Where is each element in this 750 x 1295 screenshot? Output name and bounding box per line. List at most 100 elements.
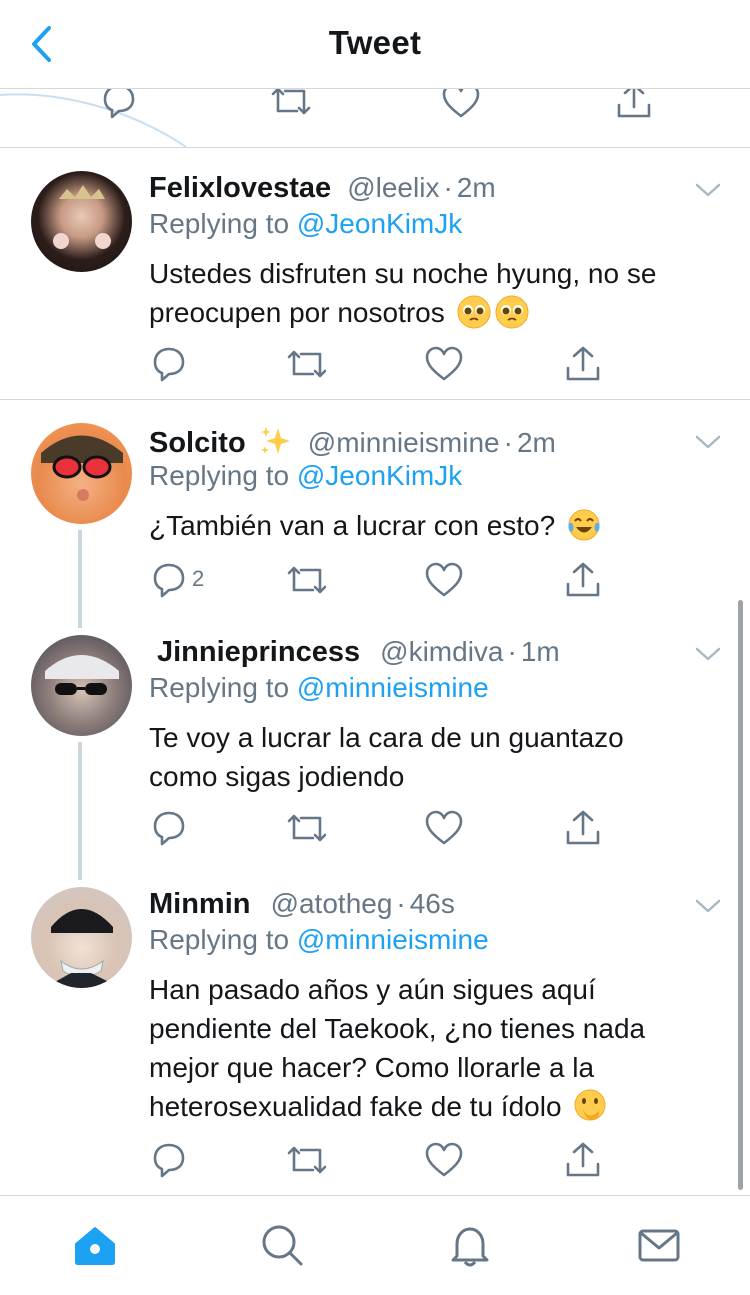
retweet-icon — [287, 814, 327, 842]
pleading-face-emoji — [495, 295, 529, 329]
avatar-image — [41, 435, 123, 501]
reply-button[interactable] — [149, 808, 189, 848]
retweet-icon — [287, 350, 327, 378]
tweet-actions: 2 — [0, 560, 750, 600]
reply-button[interactable] — [149, 1140, 189, 1180]
avatar-image — [51, 909, 113, 988]
tab-search[interactable] — [259, 1222, 305, 1268]
chevron-down-icon — [695, 183, 721, 197]
timestamp: 2m — [456, 172, 496, 203]
tab-home[interactable] — [72, 1222, 118, 1268]
scrollbar[interactable] — [738, 600, 743, 1190]
chevron-down-icon — [695, 647, 721, 661]
share-icon — [617, 89, 651, 118]
like-button[interactable] — [441, 89, 481, 121]
bottom-tab-bar — [0, 1195, 750, 1295]
tweet-text: ¿También van a lucrar con esto? — [149, 506, 719, 545]
user-handle: @leelix — [347, 172, 440, 203]
reply-icon — [103, 89, 135, 119]
display-name: Minmin — [149, 888, 251, 920]
reply-count: 2 — [192, 566, 205, 591]
sparkles-emoji — [260, 427, 290, 454]
retweet-icon — [287, 566, 327, 594]
messages-icon — [638, 1229, 680, 1262]
share-button[interactable] — [614, 89, 654, 121]
share-icon — [566, 562, 600, 597]
home-icon — [75, 1227, 115, 1265]
share-button[interactable] — [563, 808, 603, 848]
heart-icon — [425, 346, 463, 381]
previous-tweet-actions — [0, 89, 750, 148]
retweet-button[interactable] — [285, 1140, 327, 1180]
tab-messages[interactable] — [636, 1222, 682, 1268]
retweet-icon — [271, 89, 311, 115]
pleading-face-emoji — [457, 295, 491, 329]
like-button[interactable] — [424, 808, 464, 848]
avatar[interactable] — [31, 171, 132, 272]
reply-icon — [153, 347, 185, 382]
reply-mention-link[interactable]: @minnieismine — [297, 672, 489, 703]
tweet-text: Te voy a lucrar la cara de un guantazo c… — [149, 722, 624, 792]
tweet-text: Ustedes disfruten su noche hyung, no se … — [149, 258, 657, 329]
tweet-actions — [0, 808, 750, 848]
tweet[interactable]: Minmin @atotheg · 46s Replying to @minniei… — [0, 864, 750, 1194]
share-icon — [566, 346, 600, 381]
avatar[interactable] — [31, 423, 132, 524]
reply-icon — [153, 1143, 185, 1178]
reply-button[interactable] — [99, 89, 139, 121]
display-name: Solcito — [149, 427, 246, 459]
top-bar: Tweet — [0, 0, 750, 89]
user-handle: @atotheg — [270, 888, 393, 919]
timestamp: 2m — [516, 427, 556, 458]
user-handle: @kimdiva — [380, 636, 504, 667]
timestamp: 46s — [409, 888, 455, 919]
retweet-button[interactable] — [285, 808, 327, 848]
share-icon — [566, 810, 600, 845]
reply-icon — [153, 563, 185, 598]
tweet[interactable]: Felixlovestae @leelix · 2m Replying to @Je… — [0, 148, 750, 398]
retweet-button[interactable] — [285, 560, 327, 600]
reply-button[interactable] — [149, 560, 189, 600]
reply-mention-link[interactable]: @JeonKimJk — [297, 208, 462, 239]
page-title: Tweet — [328, 24, 422, 61]
retweet-button[interactable] — [269, 89, 311, 121]
tears-of-joy-emoji — [568, 509, 600, 541]
tweet-menu-button[interactable] — [694, 432, 722, 452]
retweet-button[interactable] — [285, 344, 327, 384]
share-button[interactable] — [563, 344, 603, 384]
reply-mention-link[interactable]: @JeonKimJk — [297, 460, 462, 491]
tweet-text: Han pasado años y aún sigues aquí pendie… — [149, 974, 646, 1122]
tweet-menu-button[interactable] — [694, 896, 722, 916]
avatar-image — [45, 655, 119, 695]
heart-icon — [425, 562, 463, 597]
like-button[interactable] — [424, 1140, 464, 1180]
tweet-menu-button[interactable] — [694, 644, 722, 664]
tweet-menu-button[interactable] — [694, 180, 722, 200]
like-button[interactable] — [424, 344, 464, 384]
share-button[interactable] — [563, 560, 603, 600]
tweet-actions — [0, 344, 750, 384]
share-button[interactable] — [563, 1140, 603, 1180]
tweet[interactable]: Jinnieprincess @kimdiva · 1m Replying to @… — [0, 612, 750, 867]
heart-icon — [442, 89, 480, 118]
display-name: Felixlovestae — [149, 172, 332, 204]
share-icon — [566, 1142, 600, 1177]
avatar-image — [53, 185, 111, 249]
chevron-down-icon — [695, 899, 721, 913]
heart-icon — [425, 810, 463, 845]
tab-notifications[interactable] — [447, 1222, 493, 1268]
avatar[interactable] — [31, 887, 132, 988]
heart-icon — [425, 1142, 463, 1177]
retweet-icon — [287, 1146, 327, 1174]
reply-mention-link[interactable]: @minnieismine — [297, 924, 489, 955]
chevron-down-icon — [695, 435, 721, 449]
reply-icon — [153, 811, 185, 846]
reply-button[interactable] — [149, 344, 189, 384]
replying-to-label: Replying to — [149, 924, 290, 955]
notifications-icon — [451, 1227, 489, 1267]
tweet[interactable]: Solcito @minnieismine · 2m Replying to @Je… — [0, 400, 750, 615]
search-icon — [262, 1225, 303, 1266]
like-button[interactable] — [424, 560, 464, 600]
avatar[interactable] — [31, 635, 132, 736]
replying-to-label: Replying to — [149, 672, 290, 703]
